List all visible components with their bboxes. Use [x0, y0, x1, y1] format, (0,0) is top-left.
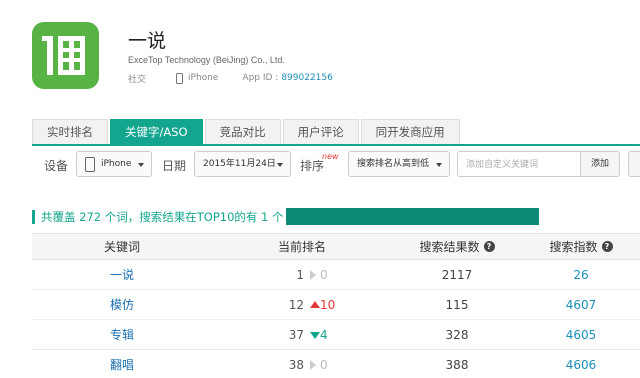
app-name: 一说 [128, 30, 167, 52]
iphone-icon [176, 72, 184, 84]
add-keyword-button[interactable]: 添加 [580, 151, 620, 177]
results-value: 115 [445, 297, 469, 312]
tab-same-developer-apps[interactable]: 同开发商应用 [360, 119, 460, 145]
app-device: iPhone [188, 73, 219, 83]
device-select-value: iPhone [101, 159, 132, 169]
index-link[interactable]: 26 [573, 268, 588, 282]
rank-value: 38 [288, 358, 304, 372]
rank-value: 12 [288, 298, 304, 312]
table-row: 专辑 37 4 328 4605 [32, 320, 640, 350]
filter-bar: 设备 iPhone 日期 2015年11月24日 排序 new 搜索排名从高到低… [32, 150, 640, 178]
device-select[interactable]: iPhone [76, 151, 152, 177]
table-row: 模仿 12 10 115 4607 [32, 290, 640, 320]
date-select-value: 2015年11月24日 [203, 159, 276, 169]
trend-up-icon [310, 301, 320, 308]
results-value: 388 [445, 357, 469, 372]
app-id-value[interactable]: 899022156 [281, 73, 333, 83]
chevron-down-icon [277, 163, 283, 167]
help-icon[interactable]: ? [601, 241, 613, 252]
chevron-down-icon [138, 163, 144, 167]
app-id-label: App ID : [242, 73, 279, 83]
table-row: 一说 1 0 2117 26 [32, 260, 640, 290]
date-label: 日期 [162, 159, 187, 173]
rank-value: 1 [296, 268, 304, 282]
device-label: 设备 [44, 159, 69, 173]
app-meta: 社交 iPhone App ID : 899022156 [128, 71, 333, 85]
tab-realtime-rank[interactable]: 实时排名 [32, 119, 108, 145]
index-link[interactable]: 4605 [566, 328, 597, 342]
tab-competitor-compare[interactable]: 竞品对比 [204, 119, 281, 145]
index-link[interactable]: 4607 [566, 298, 597, 312]
summary-accent [32, 210, 35, 224]
yishuo-logo-icon [42, 36, 85, 75]
index-link[interactable]: 4606 [566, 358, 597, 372]
rank-cell: 38 0 [212, 350, 392, 378]
header-keyword: 关键词 [103, 240, 140, 254]
rank-cell: 37 4 [212, 320, 392, 349]
results-value: 2117 [441, 267, 473, 282]
date-select[interactable]: 2015年11月24日 [194, 151, 291, 177]
keyword-link[interactable]: 一说 [110, 266, 134, 283]
rank-cell: 12 10 [212, 290, 392, 319]
tab-bar: 实时排名 关键字/ASO 竞品对比 用户评论 同开发商应用 [32, 119, 462, 145]
rank-change: 10 [320, 298, 336, 312]
tab-keyword-aso[interactable]: 关键字/ASO [110, 119, 203, 145]
app-category: 社交 [128, 74, 147, 85]
sort-select-value: 搜索排名从高到低 [357, 159, 430, 169]
rank-change: 4 [320, 328, 328, 342]
tab-underline [32, 144, 640, 146]
keyword-input[interactable] [457, 151, 581, 177]
results-value: 328 [445, 327, 469, 342]
more-button[interactable] [628, 151, 640, 177]
iphone-icon [85, 157, 95, 172]
developer-name: ExceTop Technology (BeiJing) Co., Ltd. [128, 55, 285, 65]
sort-select[interactable]: 搜索排名从高到低 [348, 151, 450, 177]
trend-flat-icon [310, 360, 316, 370]
summary-text: 共覆盖 272 个词，搜索结果在TOP10的有 1 个 [41, 210, 284, 224]
header-index-label: 搜索指数 [549, 240, 598, 254]
new-badge: new [322, 152, 339, 161]
header-results-label: 搜索结果数 [419, 240, 480, 254]
rank-change: 0 [320, 358, 328, 372]
keyword-table: 关键词 当前排名 搜索结果数 ? 搜索指数 ? 一说 1 0 2117 26 模… [32, 233, 640, 378]
sort-label: 排序 [300, 159, 325, 173]
rank-change: 0 [320, 268, 328, 282]
rank-value: 37 [288, 328, 304, 342]
summary-progress-bar [286, 208, 539, 225]
help-icon[interactable]: ? [483, 241, 495, 252]
header-rank[interactable]: 当前排名 [212, 234, 392, 259]
trend-down-icon [310, 332, 320, 339]
keyword-link[interactable]: 专辑 [110, 326, 134, 343]
tab-user-reviews[interactable]: 用户评论 [282, 119, 359, 145]
header-results[interactable]: 搜索结果数 ? [392, 234, 522, 259]
header-index[interactable]: 搜索指数 ? [522, 234, 640, 259]
rank-cell: 1 0 [212, 260, 392, 289]
table-row: 翻唱 38 0 388 4606 [32, 350, 640, 378]
chevron-down-icon [436, 163, 442, 167]
app-icon [32, 22, 99, 89]
table-header: 关键词 当前排名 搜索结果数 ? 搜索指数 ? [32, 233, 640, 260]
summary: 共覆盖 272 个词，搜索结果在TOP10的有 1 个 [32, 208, 284, 226]
keyword-link[interactable]: 翻唱 [110, 356, 134, 373]
trend-flat-icon [310, 270, 316, 280]
keyword-link[interactable]: 模仿 [110, 296, 134, 313]
